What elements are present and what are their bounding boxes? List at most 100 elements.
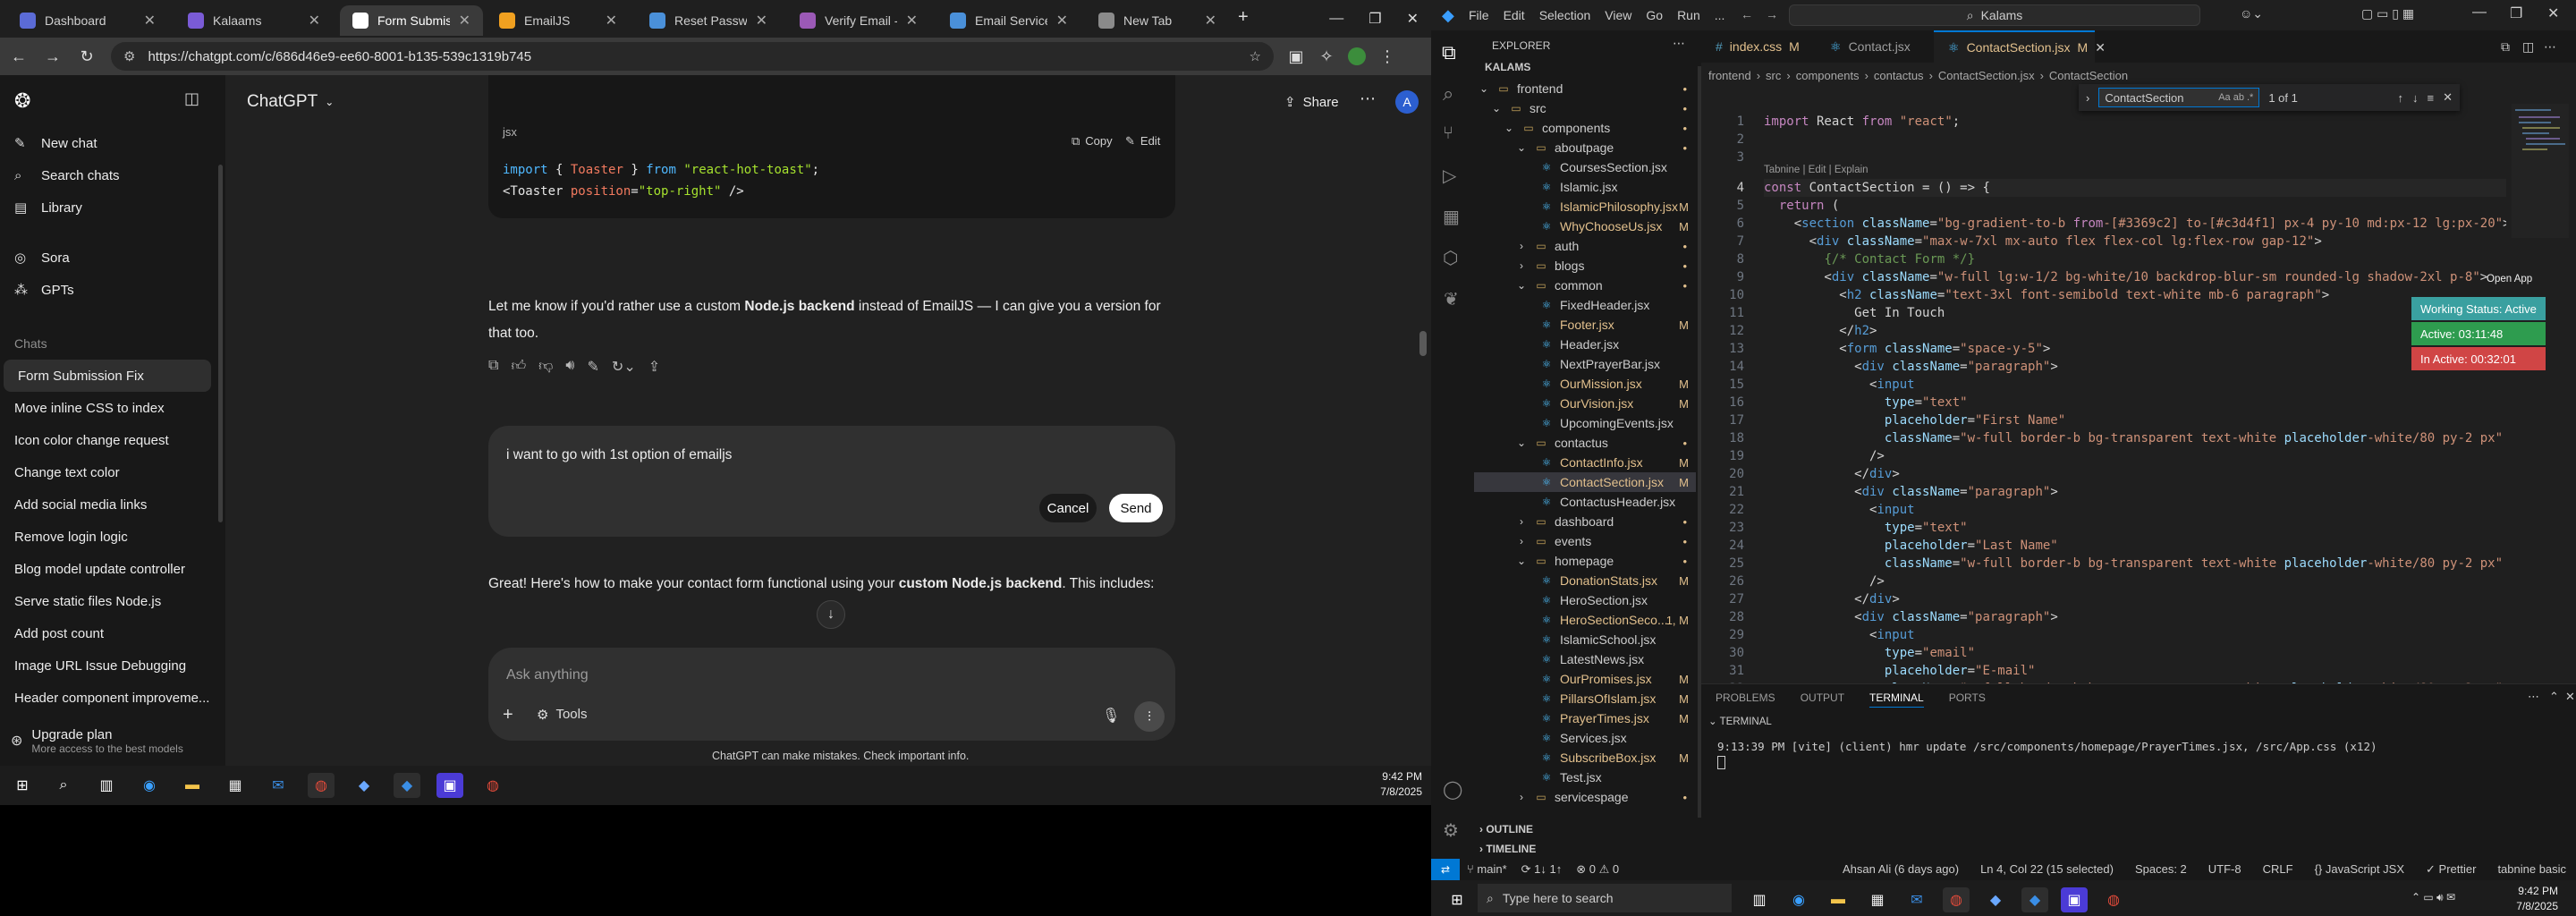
minimap[interactable]: [2512, 104, 2569, 238]
problems-count[interactable]: ⊗ 0 ⚠ 0: [1576, 862, 1619, 877]
tree-file[interactable]: ⚛ DonationStats.jsx M: [1474, 571, 1696, 590]
chrome-profile-icon[interactable]: ◍: [479, 773, 506, 798]
indentation[interactable]: Spaces: 2: [2135, 862, 2187, 877]
tree-folder[interactable]: › ▭ auth •: [1474, 236, 1696, 256]
site-info-icon[interactable]: ⚙: [123, 48, 135, 64]
extension-icon[interactable]: ▣: [1284, 45, 1308, 68]
tab-close-icon[interactable]: ✕: [906, 12, 918, 30]
tree-file[interactable]: ⚛ ContactusHeader.jsx: [1474, 492, 1696, 512]
chrome-tab[interactable]: EmailJS ✕: [487, 5, 630, 36]
tree-file[interactable]: ⚛ CoursesSection.jsx: [1474, 157, 1696, 177]
tabnine-status[interactable]: tabnine basic: [2497, 862, 2566, 877]
new-tab-button[interactable]: +: [1238, 7, 1249, 28]
close-icon[interactable]: ✕: [1407, 10, 1419, 28]
task-view-icon[interactable]: ▥: [1746, 887, 1773, 912]
vscode-insiders-icon[interactable]: ◆: [1982, 887, 2009, 912]
explorer-icon[interactable]: ⧉: [1442, 41, 1456, 64]
chrome-menu-icon[interactable]: ⋮: [1376, 45, 1399, 68]
plus-icon[interactable]: +: [503, 705, 513, 725]
tab-close-icon[interactable]: ✕: [2095, 40, 2106, 55]
sidebar-nav-item[interactable]: ✎ New chat: [14, 129, 97, 157]
chrome-tab[interactable]: New Tab ✕: [1086, 5, 1229, 36]
reload-icon[interactable]: ↻: [75, 45, 98, 68]
chrome-tab[interactable]: Form Submission ✕: [340, 5, 483, 36]
code-line[interactable]: <div className="w-full lg:w-1/2 bg-white…: [1764, 268, 2506, 286]
code-line[interactable]: </div>: [1764, 465, 2506, 483]
command-center[interactable]: ⌕ Kalams: [1789, 4, 2200, 26]
code-line[interactable]: import React from "react";: [1764, 113, 2506, 131]
code-line[interactable]: <input: [1764, 501, 2506, 519]
voice-mode-icon[interactable]: ⫶: [1134, 701, 1165, 732]
share-button[interactable]: ⇪ Share: [1284, 89, 1339, 114]
tools-button[interactable]: ⚙ Tools: [537, 707, 587, 723]
tree-file[interactable]: ⚛ UpcomingEvents.jsx: [1474, 413, 1696, 433]
menu-item[interactable]: Run: [1677, 8, 1700, 22]
cancel-button[interactable]: Cancel: [1039, 494, 1097, 522]
code-line[interactable]: <h2 className="text-3xl font-semibold te…: [1764, 286, 2506, 304]
find-next-icon[interactable]: ↓: [2412, 91, 2419, 105]
code-line[interactable]: Get In Touch: [1764, 304, 2506, 322]
tree-folder[interactable]: › ▭ blogs •: [1474, 256, 1696, 276]
menu-item[interactable]: Edit: [1504, 8, 1525, 22]
main-scrollbar-thumb[interactable]: [1419, 331, 1427, 356]
chrome-tab[interactable]: Email Services - E ✕: [937, 5, 1080, 36]
zoom-icon[interactable]: ▣: [436, 773, 463, 798]
code-line[interactable]: />: [1764, 447, 2506, 465]
tab-close-icon[interactable]: ✕: [606, 12, 617, 30]
tree-file[interactable]: ⚛ OurVision.jsx M: [1474, 394, 1696, 413]
code-line[interactable]: <div className="max-w-7xl mx-auto flex f…: [1764, 233, 2506, 250]
store-icon[interactable]: ▦: [1864, 887, 1891, 912]
tab-close-icon[interactable]: ✕: [756, 12, 767, 30]
outline-section[interactable]: › OUTLINE: [1479, 823, 1533, 835]
chat-history-item[interactable]: Remove login logic: [0, 521, 211, 553]
profile-avatar-icon[interactable]: [1345, 45, 1368, 68]
copy-button[interactable]: ⧉ Copy: [1072, 134, 1113, 148]
panel-close-icon[interactable]: ✕: [2565, 690, 2575, 704]
chat-history-item[interactable]: Image URL Issue Debugging: [0, 649, 211, 682]
tab-close-icon[interactable]: ✕: [1056, 12, 1068, 30]
windows-start-icon[interactable]: ⊞: [1444, 887, 1470, 912]
code-line[interactable]: placeholder="First Name": [1764, 411, 2506, 429]
code-line[interactable]: type="text": [1764, 519, 2506, 537]
run-debug-icon[interactable]: ▷: [1443, 165, 1456, 187]
breadcrumb-item[interactable]: components: [1796, 69, 1860, 82]
tab-close-icon[interactable]: ✕: [1205, 12, 1216, 30]
chevron-right-icon[interactable]: ›: [2086, 91, 2089, 105]
panel-maximize-icon[interactable]: ⌃: [2549, 690, 2559, 704]
close-icon[interactable]: ✕: [2547, 4, 2559, 22]
open-app-button[interactable]: Open App: [2487, 274, 2532, 284]
sidebar-nav-item[interactable]: ◎ Sora: [14, 243, 70, 272]
tree-folder[interactable]: ⌄ ▭ aboutpage •: [1474, 138, 1696, 157]
chrome-icon[interactable]: ◍: [308, 773, 335, 798]
forward-icon[interactable]: →: [41, 45, 64, 68]
chrome-tab[interactable]: Verify Email - com ✕: [787, 5, 930, 36]
mail-icon[interactable]: ✉: [265, 773, 292, 798]
sidebar-nav-item[interactable]: ⌕ Search chats: [14, 161, 120, 190]
store-icon[interactable]: ▦: [222, 773, 249, 798]
tree-file[interactable]: ⚛ IslamicPhilosophy.jsx M: [1474, 197, 1696, 216]
chrome-icon[interactable]: ◍: [1943, 887, 1970, 912]
tree-folder[interactable]: ⌄ ▭ contactus •: [1474, 433, 1696, 453]
breadcrumb-item[interactable]: ContactSection.jsx: [1938, 69, 2035, 82]
tree-folder[interactable]: ⌄ ▭ common •: [1474, 276, 1696, 295]
panel-more-icon[interactable]: ⋯: [2528, 690, 2539, 704]
chat-history-item[interactable]: Move inline CSS to index: [0, 392, 211, 424]
search-icon[interactable]: ⌕: [1443, 82, 1453, 106]
editor-tab[interactable]: ⚛ ContactSection.jsx M ✕: [1934, 30, 2106, 63]
working-status-pill[interactable]: Working Status: Active: [2411, 297, 2546, 320]
chat-history-item[interactable]: Header component improveme...: [0, 682, 211, 714]
tree-file[interactable]: ⚛ LatestNews.jsx: [1474, 649, 1696, 669]
edit-code-button[interactable]: ✎ Edit: [1125, 134, 1160, 148]
search-icon[interactable]: ⌕: [50, 773, 77, 798]
thumbs-up-icon[interactable]: 👍︎: [511, 358, 526, 376]
chat-history-item[interactable]: Change text color: [0, 456, 211, 488]
composer-input[interactable]: Ask anything: [506, 667, 589, 683]
tree-folder[interactable]: ⌄ ▭ components •: [1474, 118, 1696, 138]
taskbar-search-box[interactable]: ⌕ Type here to search: [1478, 884, 1732, 912]
read-aloud-icon[interactable]: 🔊︎: [565, 358, 574, 376]
sidebar-toggle-icon[interactable]: ◫: [184, 89, 208, 111]
share-icon[interactable]: ⇪: [648, 358, 660, 376]
menu-item[interactable]: Selection: [1539, 8, 1591, 22]
code-line[interactable]: return (: [1764, 197, 2506, 215]
vscode-icon[interactable]: ◆: [394, 773, 420, 798]
